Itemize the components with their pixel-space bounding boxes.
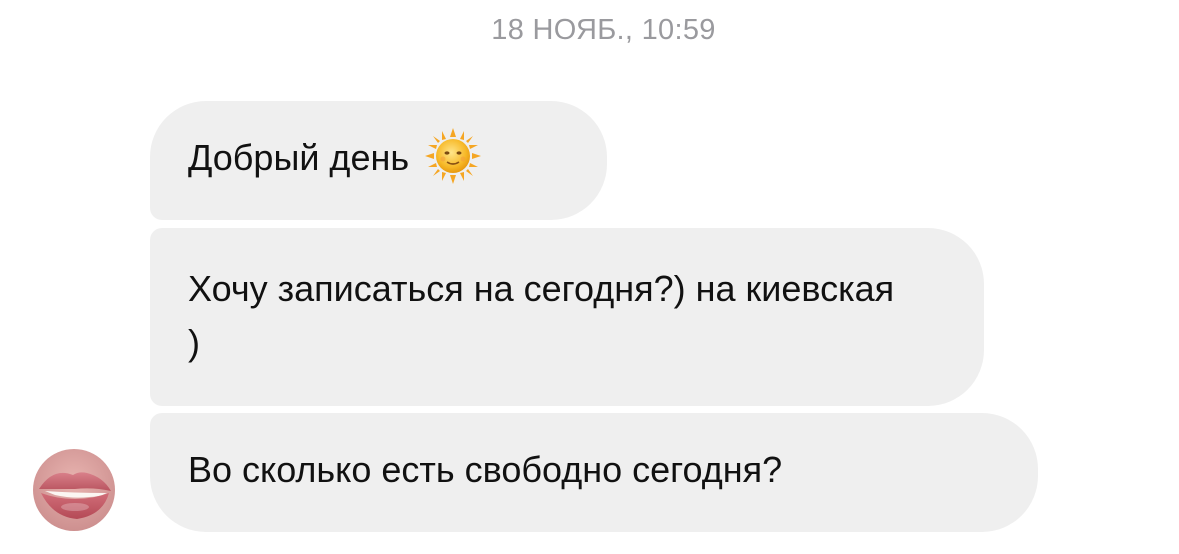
message-text: Добрый день [188,137,410,178]
message-bubble-greeting[interactable]: Добрый день [150,101,607,220]
message-bubble-booking-request[interactable]: Хочу записаться на сегодня?) на киевская… [150,228,984,406]
message-timestamp: 18 НОЯБ., 10:59 [491,14,716,46]
message-bubble-availability-question[interactable]: Во сколько есть свободно сегодня? [150,413,1038,532]
message-text: Хочу записаться на сегодня?) на киевская… [188,268,895,363]
lips-avatar [33,449,115,531]
sun-with-face-icon [425,128,482,185]
message-text: Во сколько есть свободно сегодня? [188,449,783,490]
sender-avatar[interactable] [33,449,115,531]
